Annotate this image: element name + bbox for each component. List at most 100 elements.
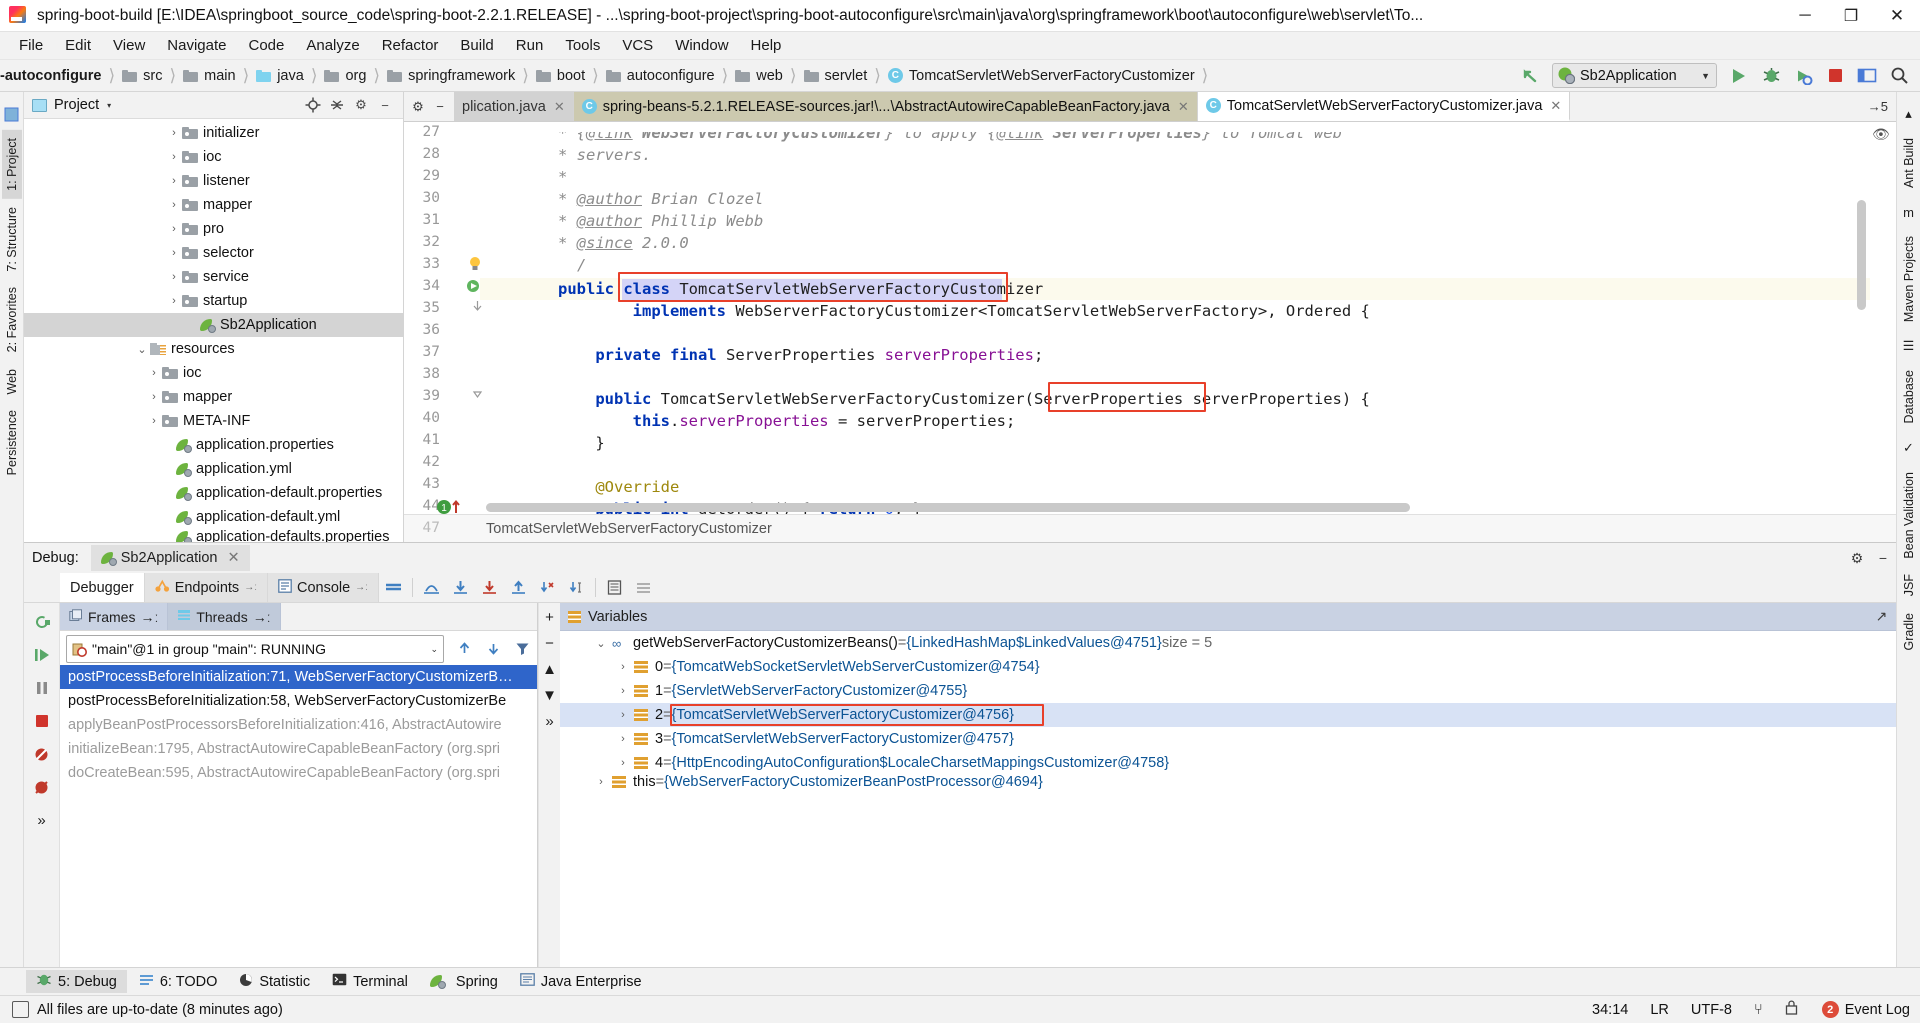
run-configuration-selector[interactable]: Sb2Application ▼ — [1552, 63, 1717, 88]
expand-arrow-icon[interactable]: › — [612, 661, 634, 673]
code-content[interactable]: * {@link WebServerFactoryCustomizer} to … — [480, 122, 1870, 514]
stop-icon[interactable] — [28, 706, 56, 736]
tab-tomcat-servlet-web-server-factory-customizer[interactable]: C TomcatServletWebServerFactoryCustomize… — [1197, 92, 1571, 121]
frame-list[interactable]: postProcessBeforeInitialization:71, WebS… — [60, 665, 537, 967]
close-icon[interactable]: ✕ — [228, 550, 240, 566]
tree-item[interactable]: › service — [24, 265, 403, 289]
editor-bottom-breadcrumb[interactable]: TomcatServletWebServerFactoryCustomizer — [404, 514, 1896, 542]
restore-layout-button[interactable] — [1852, 62, 1882, 90]
tool-button-java-enterprise[interactable]: Java Enterprise — [510, 971, 652, 992]
frame-down-icon[interactable] — [479, 641, 508, 656]
expand-arrow-icon[interactable]: › — [166, 247, 182, 259]
line-separator[interactable]: LR — [1650, 1002, 1669, 1018]
sidebar-item-gradle[interactable]: Gradle — [1899, 605, 1919, 659]
close-button[interactable]: ✕ — [1874, 0, 1920, 32]
tree-item[interactable]: › startup — [24, 289, 403, 313]
breadcrumb-item-src[interactable]: src ⟩ — [122, 60, 183, 92]
menu-run[interactable]: Run — [505, 35, 555, 56]
tool-button-spring[interactable]: Spring — [420, 972, 508, 992]
settings-icon[interactable] — [629, 573, 658, 602]
gear-icon[interactable]: ⚙ — [1844, 545, 1870, 571]
run-to-cursor-icon[interactable] — [562, 573, 591, 602]
debug-session-tab[interactable]: Sb2Application ✕ — [90, 545, 250, 571]
editor-vertical-scrollbar[interactable] — [1857, 200, 1866, 310]
breadcrumb-item-autoconfigure[interactable]: autoconfigure ⟩ — [605, 60, 736, 92]
collapse-arrow-icon[interactable]: ⌄ — [590, 637, 612, 650]
tab-application-java[interactable]: plication.java ✕ — [454, 92, 574, 121]
expand-arrow-icon[interactable]: › — [166, 127, 182, 139]
variable-row[interactable]: › 4 = {HttpEncodingAutoConfiguration$Loc… — [560, 751, 1896, 775]
variable-row[interactable]: ⌄ ∞ getWebServerFactoryCustomizerBeans()… — [560, 631, 1896, 655]
expand-arrow-icon[interactable]: › — [166, 175, 182, 187]
maximize-strip-icon[interactable]: ▴ — [1900, 105, 1918, 123]
breadcrumb-item-web[interactable]: web ⟩ — [735, 60, 803, 92]
frame-up-icon[interactable] — [450, 641, 479, 656]
eye-icon[interactable]: 👁 — [1872, 126, 1890, 143]
breadcrumb-item-springframework[interactable]: springframework ⟩ — [387, 60, 536, 92]
search-everywhere-button[interactable] — [1884, 62, 1914, 90]
maximize-button[interactable]: ❐ — [1828, 0, 1874, 32]
project-structure-icon[interactable] — [3, 105, 21, 123]
menu-file[interactable]: File — [8, 35, 54, 56]
frame-item[interactable]: applyBeanPostProcessorsBeforeInitializat… — [60, 713, 537, 737]
menu-analyze[interactable]: Analyze — [295, 35, 370, 56]
tree-item[interactable]: › mapper — [24, 193, 403, 217]
mute-breakpoints-icon[interactable] — [28, 739, 56, 769]
locate-file-icon[interactable] — [301, 94, 325, 116]
tree-item[interactable]: › ioc — [24, 361, 403, 385]
tree-item-sb2application[interactable]: Sb2Application — [24, 313, 403, 337]
minimize-icon[interactable]: − — [1870, 545, 1896, 571]
tree-item[interactable]: › selector — [24, 241, 403, 265]
debug-button[interactable] — [1756, 62, 1786, 90]
gear-icon[interactable]: ⚙ — [407, 94, 429, 120]
resume-icon[interactable] — [28, 640, 56, 670]
breadcrumb-item-servlet[interactable]: servlet ⟩ — [803, 60, 888, 92]
encoding[interactable]: UTF-8 — [1691, 1002, 1732, 1018]
breadcrumb-item-module[interactable]: -autoconfigure ⟩ — [0, 60, 122, 92]
breadcrumb-item-main[interactable]: main ⟩ — [183, 60, 256, 92]
run-with-coverage-button[interactable] — [1788, 62, 1818, 90]
more-icon[interactable]: » — [28, 805, 56, 835]
tab-endpoints[interactable]: Endpoints →ː — [144, 573, 268, 602]
tool-button-todo[interactable]: 6: TODO — [129, 971, 227, 993]
breadcrumb-item-org[interactable]: org ⟩ — [324, 60, 387, 92]
variables-list[interactable]: ⌄ ∞ getWebServerFactoryCustomizerBeans()… — [560, 631, 1896, 967]
frame-item-selected[interactable]: postProcessBeforeInitialization:71, WebS… — [60, 665, 537, 689]
tool-button-debug[interactable]: 5: Debug — [26, 970, 127, 993]
hide-icon[interactable]: − — [373, 94, 397, 116]
indent-icon[interactable]: ⑂ — [1754, 1002, 1763, 1018]
tool-button-statistic[interactable]: Statistic — [229, 971, 320, 993]
step-into-icon[interactable] — [446, 573, 475, 602]
sidebar-item-favorites[interactable]: 2: Favorites — [2, 279, 22, 360]
expand-arrow-icon[interactable]: › — [146, 415, 162, 427]
variable-row[interactable]: › 3 = {TomcatServletWebServerFactoryCust… — [560, 727, 1896, 751]
tab-console[interactable]: Console →ː — [267, 573, 379, 602]
tree-item[interactable]: › initializer — [24, 121, 403, 145]
expand-arrow-icon[interactable]: › — [166, 223, 182, 235]
menu-code[interactable]: Code — [237, 35, 295, 56]
evaluate-expression-icon[interactable] — [600, 573, 629, 602]
menu-view[interactable]: View — [102, 35, 156, 56]
tree-item[interactable]: › mapper — [24, 385, 403, 409]
tab-debugger[interactable]: Debugger — [60, 573, 145, 602]
tab-abstract-autowire-capable-bean-factory[interactable]: C spring-beans-5.2.1.RELEASE-sources.jar… — [573, 92, 1198, 121]
expand-arrow-icon[interactable]: › — [166, 295, 182, 307]
sidebar-item-bean-validation[interactable]: Bean Validation — [1899, 464, 1919, 567]
sidebar-item-ant-build[interactable]: Ant Build — [1899, 130, 1919, 196]
expand-arrow-icon[interactable]: › — [166, 271, 182, 283]
sidebar-item-project[interactable]: 1: Project — [1, 130, 22, 199]
expand-panel-icon[interactable]: ↗ — [1867, 608, 1896, 625]
chevron-down-icon[interactable]: ▾ — [107, 101, 111, 110]
expand-arrow-icon[interactable]: › — [612, 709, 634, 721]
filter-icon[interactable] — [508, 641, 537, 656]
expand-arrow-icon[interactable]: › — [612, 757, 634, 769]
tree-item[interactable]: › ioc — [24, 145, 403, 169]
tree-item[interactable]: application.yml — [24, 457, 403, 481]
close-icon[interactable]: ✕ — [554, 99, 565, 115]
tree-item[interactable]: › pro — [24, 217, 403, 241]
menu-help[interactable]: Help — [740, 35, 793, 56]
menu-refactor[interactable]: Refactor — [371, 35, 450, 56]
menu-tools[interactable]: Tools — [554, 35, 611, 56]
frame-item[interactable]: initializeBean:1795, AbstractAutowireCap… — [60, 737, 537, 761]
breadcrumb-item-class[interactable]: C TomcatServletWebServerFactoryCustomize… — [887, 60, 1215, 92]
